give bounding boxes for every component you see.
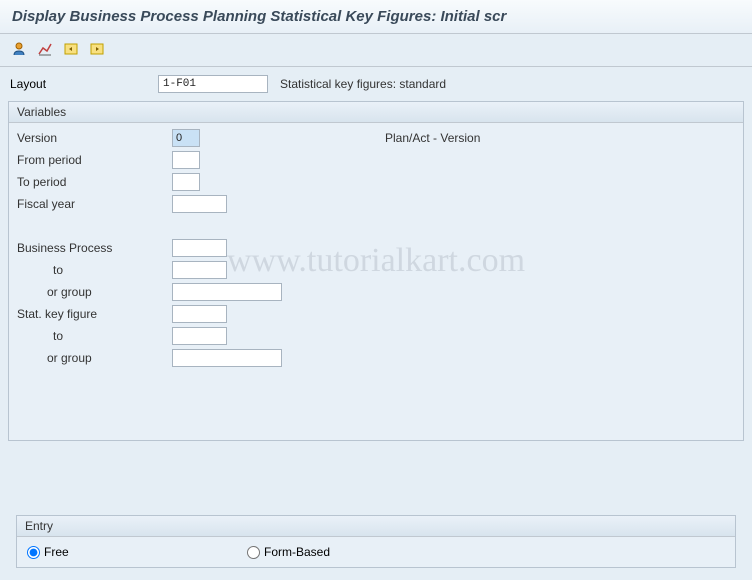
business-process-label: Business Process [17,241,172,255]
nav-prev-icon[interactable] [62,40,80,58]
to-period-label: To period [17,175,172,189]
entry-form-label: Form-Based [264,545,330,559]
variables-title: Variables [9,102,743,123]
layout-row: Layout Statistical key figures: standard [0,71,752,97]
layout-desc: Statistical key figures: standard [280,77,446,91]
from-period-label: From period [17,153,172,167]
bp-group-label: or group [17,285,172,299]
business-process-input[interactable] [172,239,227,257]
toolbar [0,34,752,64]
person-icon[interactable] [10,40,28,58]
sk-group-input[interactable] [172,349,282,367]
sk-to-label: to [17,329,172,343]
layout-label: Layout [10,77,150,91]
stat-key-label: Stat. key figure [17,307,172,321]
entry-free-label: Free [44,545,69,559]
entry-free-option[interactable]: Free [27,545,237,559]
page-title: Display Business Process Planning Statis… [0,0,752,34]
variables-group: Variables Version Plan/Act - Version Fro… [8,101,744,441]
bp-to-label: to [17,263,172,277]
separator [0,66,752,67]
entry-form-radio[interactable] [247,546,260,559]
to-period-input[interactable] [172,173,200,191]
fiscal-year-label: Fiscal year [17,197,172,211]
version-input[interactable] [172,129,200,147]
layout-input[interactable] [158,75,268,93]
bp-group-input[interactable] [172,283,282,301]
from-period-input[interactable] [172,151,200,169]
entry-title: Entry [17,516,735,537]
sk-group-label: or group [17,351,172,365]
entry-group: Entry Free Form-Based [16,515,736,568]
nav-next-icon[interactable] [88,40,106,58]
sk-to-input[interactable] [172,327,227,345]
bp-to-input[interactable] [172,261,227,279]
entry-form-option[interactable]: Form-Based [247,545,330,559]
version-desc: Plan/Act - Version [385,131,480,145]
entry-free-radio[interactable] [27,546,40,559]
fiscal-year-input[interactable] [172,195,227,213]
stat-key-input[interactable] [172,305,227,323]
chart-icon[interactable] [36,40,54,58]
version-label: Version [17,131,172,145]
